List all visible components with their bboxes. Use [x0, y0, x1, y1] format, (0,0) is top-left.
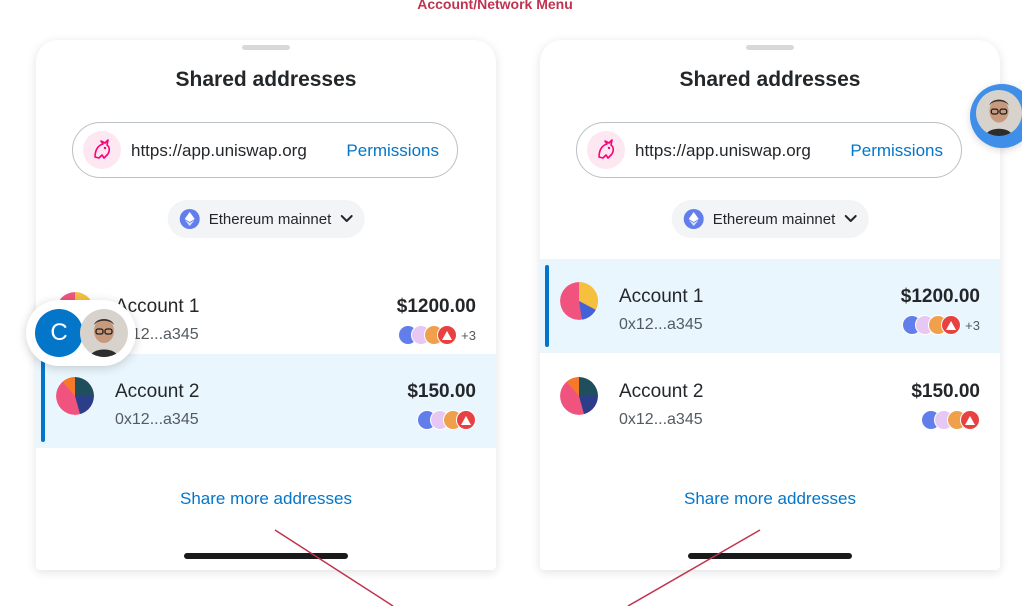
- token-icons: [921, 410, 980, 430]
- account-balance: $150.00: [911, 381, 980, 402]
- connected-site-pill: https://app.uniswap.org Permissions: [72, 122, 458, 178]
- connected-accounts-bubble[interactable]: C: [26, 300, 136, 366]
- account-row[interactable]: Account 2 0x12...a345 $150.00: [540, 354, 1000, 448]
- home-indicator: [688, 553, 852, 559]
- shared-addresses-sheet-right: Shared addresses https://app.uniswap.org…: [540, 40, 1000, 570]
- avalanche-token-icon: [456, 410, 476, 430]
- avalanche-token-icon: [960, 410, 980, 430]
- account-row[interactable]: Account 1 0x12...a345 $1200.00 +3: [540, 259, 1000, 353]
- account-row[interactable]: Account 2 0x12...a345 $150.00: [36, 354, 496, 448]
- sheet-grabber[interactable]: [746, 45, 794, 50]
- sheet-grabber[interactable]: [242, 45, 290, 50]
- chevron-down-icon: [844, 210, 857, 228]
- token-icons: +3: [902, 315, 980, 335]
- ethereum-icon: [179, 209, 200, 229]
- account-initial-avatar: C: [35, 309, 83, 357]
- sheet-title: Shared addresses: [175, 68, 357, 91]
- network-selector[interactable]: Ethereum mainnet: [167, 200, 365, 238]
- uniswap-unicorn-icon: [587, 131, 625, 169]
- avalanche-token-icon: [941, 315, 962, 335]
- account-avatar: [56, 377, 94, 415]
- site-url: https://app.uniswap.org: [635, 141, 811, 160]
- account-name: Account 2: [619, 381, 704, 402]
- sheet-title: Shared addresses: [679, 68, 861, 91]
- section-label: Account/Network Menu: [417, 0, 573, 12]
- uniswap-unicorn-icon: [83, 131, 121, 169]
- account-name: Account 2: [115, 381, 200, 402]
- account-address: 0x12...a345: [619, 411, 703, 428]
- account-balance: $150.00: [407, 381, 476, 402]
- more-tokens-count: +3: [461, 327, 476, 343]
- account-name: Account 1: [619, 286, 704, 307]
- account-balance: $1200.00: [396, 296, 476, 317]
- connected-site-pill: https://app.uniswap.org Permissions: [576, 122, 962, 178]
- site-url: https://app.uniswap.org: [131, 141, 307, 160]
- token-icons: [417, 410, 476, 430]
- share-more-addresses-link[interactable]: Share more addresses: [36, 489, 496, 509]
- network-selector[interactable]: Ethereum mainnet: [671, 200, 869, 238]
- network-name: Ethereum mainnet: [712, 210, 836, 228]
- account-avatar: [560, 282, 598, 320]
- ethereum-icon: [683, 209, 704, 229]
- user-photo-avatar: [80, 309, 128, 357]
- selected-indicator: [545, 265, 549, 347]
- network-name: Ethereum mainnet: [208, 210, 332, 228]
- user-photo-avatar: [976, 90, 1022, 136]
- account-avatar: [560, 377, 598, 415]
- account-address: 0x12...a345: [619, 316, 703, 333]
- token-icons: +3: [398, 325, 476, 345]
- permissions-link[interactable]: Permissions: [850, 141, 943, 161]
- avalanche-token-icon: [437, 325, 458, 345]
- selected-indicator: [41, 360, 45, 442]
- share-more-addresses-link[interactable]: Share more addresses: [540, 489, 1000, 509]
- permissions-link[interactable]: Permissions: [346, 141, 439, 161]
- page: Account/Network Menu Shared addresses ht…: [0, 0, 1022, 606]
- account-address: 0x12...a345: [115, 411, 199, 428]
- more-tokens-count: +3: [965, 317, 980, 333]
- chevron-down-icon: [340, 210, 353, 228]
- home-indicator: [184, 553, 348, 559]
- account-balance: $1200.00: [900, 286, 980, 307]
